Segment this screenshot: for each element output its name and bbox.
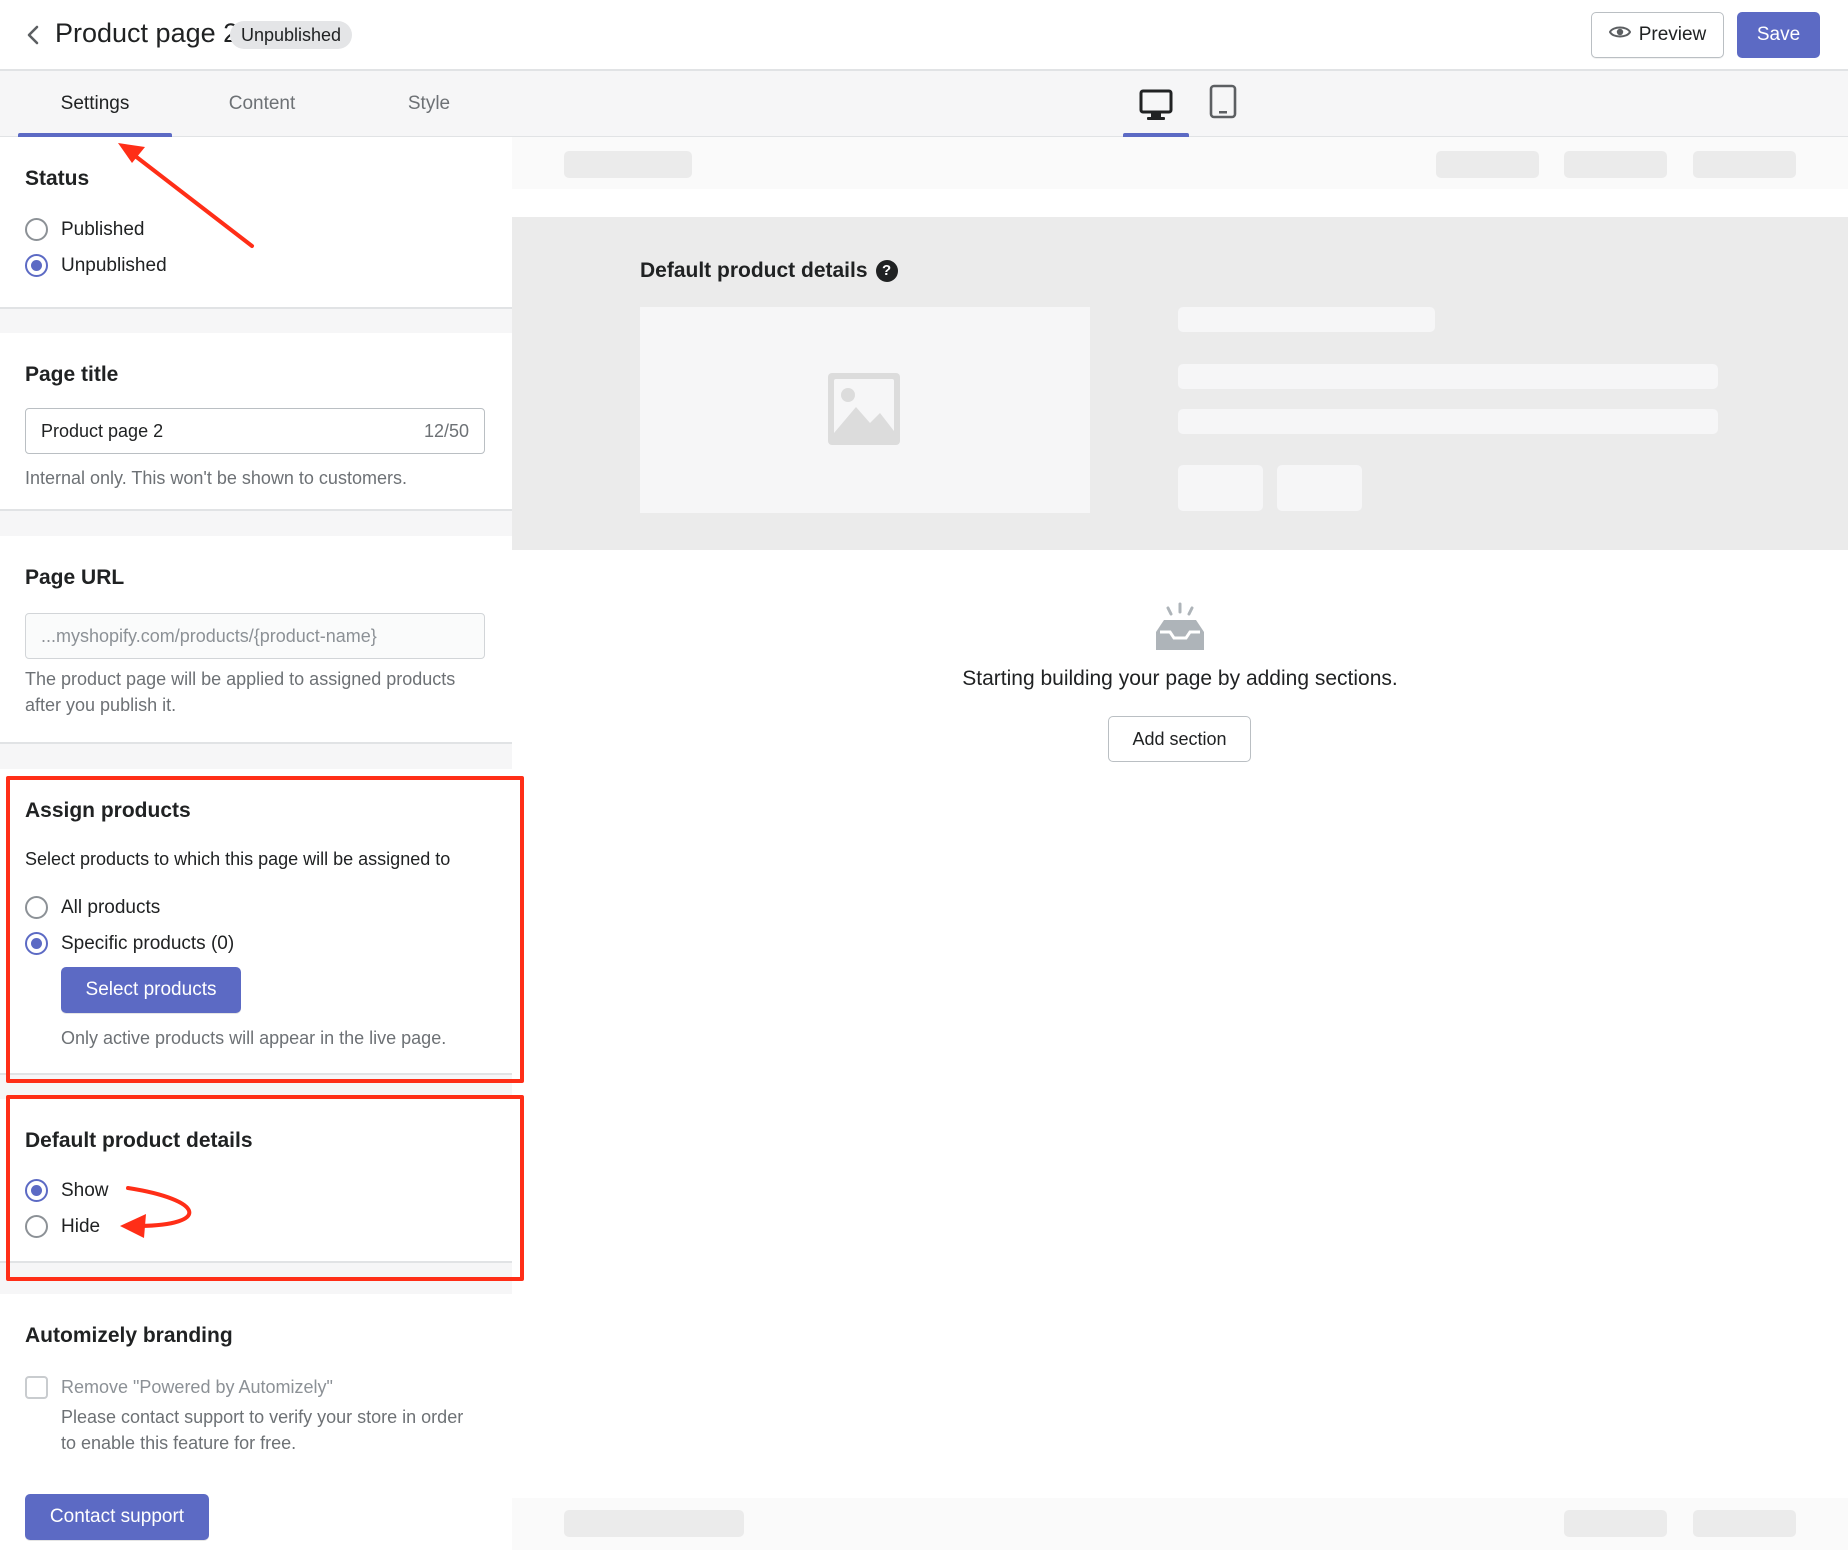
tablet-view-button[interactable] bbox=[1206, 81, 1240, 125]
eye-icon bbox=[1608, 24, 1631, 46]
all-products-option[interactable]: All products bbox=[25, 896, 160, 919]
radio-label: Show bbox=[61, 1179, 109, 1201]
show-option[interactable]: Show bbox=[25, 1179, 109, 1202]
radio-label: Unpublished bbox=[61, 254, 167, 276]
branding-help: Please contact support to verify your st… bbox=[61, 1407, 464, 1453]
empty-state-text: Starting building your page by adding se… bbox=[962, 667, 1398, 690]
default-details-preview-title: Default product details ? bbox=[640, 259, 898, 283]
page-url-input: ...myshopify.com/products/{product-name} bbox=[25, 613, 485, 659]
radio-label: Hide bbox=[61, 1215, 101, 1237]
page-title-heading: Page title bbox=[25, 363, 119, 386]
assign-products-description: Select products to which this page will … bbox=[25, 849, 451, 869]
status-unpublished-option[interactable]: Unpublished bbox=[25, 254, 167, 277]
placeholder-product-line bbox=[1178, 364, 1718, 389]
placeholder-footer-item bbox=[1693, 1510, 1796, 1537]
preview-header-placeholder bbox=[512, 137, 1848, 189]
tab-content[interactable]: Content bbox=[185, 71, 339, 137]
tab-settings[interactable]: Settings bbox=[18, 71, 172, 137]
radio-published[interactable] bbox=[25, 218, 48, 241]
save-button[interactable]: Save bbox=[1737, 12, 1820, 58]
remove-branding-label: Remove "Powered by Automizely" bbox=[61, 1377, 333, 1397]
status-card: Status Published Unpublished bbox=[0, 137, 512, 309]
placeholder-logo bbox=[564, 151, 692, 178]
radio-all-products[interactable] bbox=[25, 896, 48, 919]
placeholder-product-title bbox=[1178, 307, 1435, 332]
back-arrow-icon[interactable] bbox=[18, 20, 48, 50]
page-url-heading: Page URL bbox=[25, 566, 125, 589]
tab-style[interactable]: Style bbox=[352, 71, 506, 137]
image-icon bbox=[828, 373, 900, 445]
tablet-icon bbox=[1209, 84, 1237, 119]
default-details-card: Default product details Show Hide bbox=[0, 1099, 512, 1263]
section-title: Default product details bbox=[640, 259, 868, 282]
preview-footer-placeholder bbox=[512, 1498, 1848, 1550]
tabs-bar: Settings Content Style bbox=[0, 71, 1848, 137]
status-published-option[interactable]: Published bbox=[25, 218, 144, 241]
radio-hide[interactable] bbox=[25, 1215, 48, 1238]
character-counter: 12/50 bbox=[423, 421, 469, 441]
page-title-value: Product page 2 bbox=[41, 421, 164, 441]
help-icon[interactable]: ? bbox=[875, 260, 898, 282]
page-url-card: Page URL ...myshopify.com/products/{prod… bbox=[0, 536, 512, 744]
placeholder-footer-item bbox=[1564, 1510, 1667, 1537]
desktop-view-button[interactable] bbox=[1123, 81, 1189, 137]
page-url-help: The product page will be applied to assi… bbox=[25, 669, 456, 715]
preview-button[interactable]: Preview bbox=[1591, 12, 1724, 58]
branding-card: Automizely branding Remove "Powered by A… bbox=[0, 1294, 512, 1550]
radio-label: Specific products (0) bbox=[61, 932, 235, 954]
empty-inbox-icon bbox=[1152, 602, 1208, 659]
desktop-icon bbox=[1139, 89, 1173, 120]
assign-products-heading: Assign products bbox=[25, 799, 191, 822]
radio-label: Published bbox=[61, 218, 145, 240]
placeholder-button bbox=[1178, 465, 1263, 511]
page-preview: Default product details ? Starting build… bbox=[512, 137, 1848, 1550]
radio-specific-products[interactable] bbox=[25, 932, 48, 955]
page-title: Product page 2 bbox=[55, 18, 239, 48]
default-details-heading: Default product details bbox=[25, 1129, 253, 1152]
placeholder-nav-item bbox=[1436, 151, 1539, 178]
add-section-button[interactable]: Add section bbox=[1108, 716, 1251, 762]
page-title-input[interactable]: Product page 2 12/50 bbox=[25, 408, 485, 454]
preview-label: Preview bbox=[1638, 24, 1707, 45]
top-bar: Product page 2 Unpublished Preview Save bbox=[0, 0, 1848, 71]
settings-panel: Status Published Unpublished Page title … bbox=[0, 137, 512, 1550]
branding-heading: Automizely branding bbox=[25, 1324, 233, 1347]
page-title-card: Page title Product page 2 12/50 Internal… bbox=[0, 333, 512, 511]
status-badge: Unpublished bbox=[230, 21, 353, 49]
specific-products-option[interactable]: Specific products (0) bbox=[25, 932, 234, 955]
contact-support-button[interactable]: Contact support bbox=[25, 1494, 209, 1540]
placeholder-nav-item bbox=[1693, 151, 1796, 178]
placeholder-footer-item bbox=[564, 1510, 744, 1537]
remove-branding-checkbox[interactable] bbox=[25, 1376, 48, 1399]
radio-unpublished[interactable] bbox=[25, 254, 48, 277]
status-heading: Status bbox=[25, 167, 90, 190]
hide-option[interactable]: Hide bbox=[25, 1215, 100, 1238]
assign-products-note: Only active products will appear in the … bbox=[61, 1028, 447, 1048]
assign-products-card: Assign products Select products to which… bbox=[0, 769, 512, 1075]
radio-show[interactable] bbox=[25, 1179, 48, 1202]
placeholder-product-line bbox=[1178, 409, 1718, 434]
radio-label: All products bbox=[61, 896, 161, 918]
page-title-help: Internal only. This won't be shown to cu… bbox=[25, 468, 407, 488]
select-products-button[interactable]: Select products bbox=[61, 967, 241, 1013]
placeholder-button bbox=[1277, 465, 1362, 511]
product-image-placeholder bbox=[640, 307, 1090, 513]
placeholder-nav-item bbox=[1564, 151, 1667, 178]
